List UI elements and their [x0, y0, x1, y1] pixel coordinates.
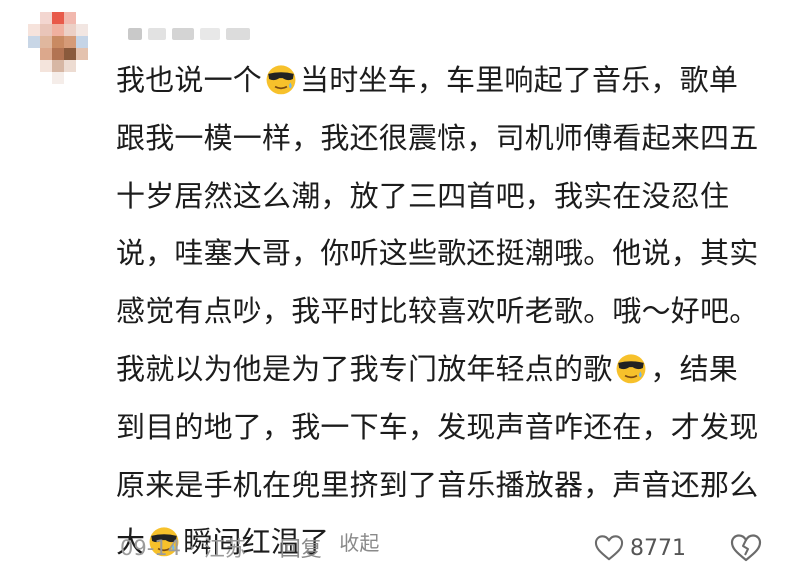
sunglasses-sweat-emoji-icon — [616, 354, 646, 384]
comment-meta-row: 09-14 · 江苏 回复 8771 — [120, 530, 780, 566]
comment-date: 09-14 — [120, 536, 182, 560]
comment-line: 十岁居然这么潮，放了三四首吧，我实在没忍住 — [116, 178, 730, 213]
comment-text: 我也说一个 当时坐车，车里响起了音乐，歌单 跟我一模一样，我还很震惊，司机师傅看起… — [116, 52, 788, 572]
like-count: 8771 — [630, 535, 686, 561]
comment-line: 跟我一模一样，我还很震惊，司机师傅看起来四五 — [116, 120, 759, 155]
comment-line: 到目的地了，我一下车，发现声音咋还在，才发现 — [116, 409, 759, 444]
heart-icon — [594, 535, 624, 561]
comment-line: 我也说一个 当时坐车，车里响起了音乐，歌单 — [116, 52, 788, 110]
comment-line: 原来是手机在兜里挤到了音乐播放器，声音还那么 — [116, 467, 759, 502]
comment-text-segment: 我就以为他是为了我专门放年轻点的歌 — [116, 351, 613, 386]
username-redacted[interactable] — [128, 28, 250, 40]
like-button[interactable]: 8771 — [594, 530, 686, 566]
comment-text-segment: 当时坐车，车里响起了音乐，歌单 — [300, 63, 739, 97]
comment-location: 江苏 — [203, 537, 246, 561]
sunglasses-sweat-emoji-icon — [266, 65, 296, 95]
comment-card: 我也说一个 当时坐车，车里响起了音乐，歌单 跟我一模一样，我还很震惊，司机师傅看起… — [0, 0, 800, 577]
broken-heart-icon[interactable] — [730, 533, 762, 563]
comment-line: 说，哇塞大哥，你听这些歌还挺潮哦。他说，其实 — [116, 236, 759, 271]
comment-text-segment: 我也说一个 — [116, 63, 263, 97]
avatar[interactable] — [28, 12, 100, 84]
comment-line: 我就以为他是为了我专门放年轻点的歌 ，结果 — [116, 341, 788, 399]
reply-button[interactable]: 回复 — [280, 533, 322, 563]
meta-separator: · — [189, 536, 196, 560]
comment-line: 感觉有点吵，我平时比较喜欢听老歌。哦～好吧。 — [116, 294, 759, 329]
comment-text-segment: ，结果 — [650, 351, 739, 386]
